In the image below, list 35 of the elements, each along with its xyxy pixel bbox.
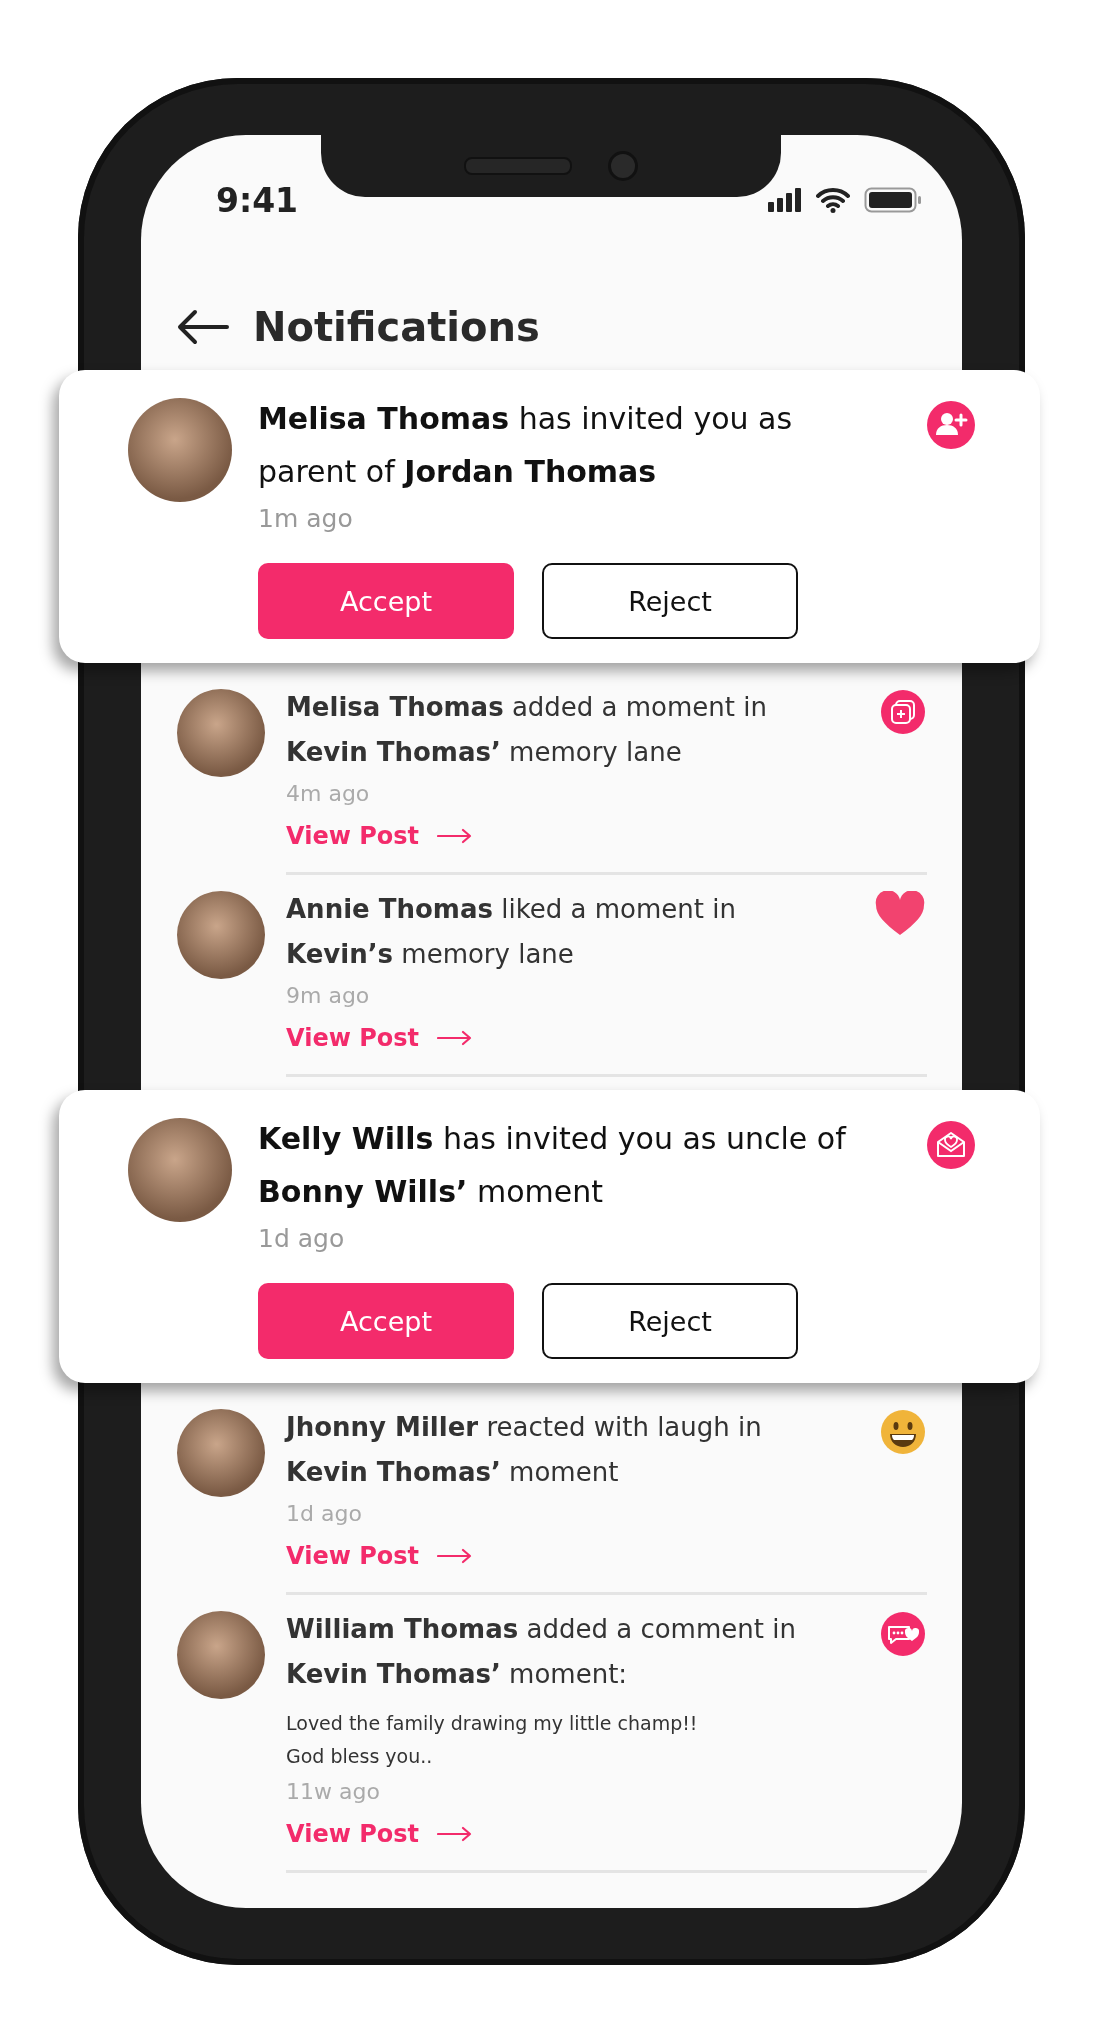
right-arrow-icon (437, 1030, 474, 1046)
person-plus-icon (926, 400, 976, 450)
view-post-link[interactable]: View Post (286, 1816, 474, 1852)
timestamp: 4m ago (286, 781, 370, 806)
right-arrow-icon (437, 1826, 474, 1842)
back-arrow-icon[interactable] (177, 309, 229, 345)
page-title: Notifications (253, 304, 540, 350)
accept-button[interactable]: Accept (258, 1283, 514, 1359)
comment-text: Loved the family drawing my little champ!! God bless you.. (286, 1711, 698, 1769)
notification-text: Jhonny Miller reacted with laugh in Kevin Thomas’ moment (286, 1411, 763, 1489)
timestamp: 11w ago (286, 1779, 380, 1804)
heart-icon (874, 891, 926, 937)
view-post-link[interactable]: View Post (286, 818, 474, 854)
notification-text: William Thomas added a comment in Kevin Thomas’ moment: (286, 1613, 797, 1691)
signal-icon (768, 188, 802, 212)
notification-text: Kelly Wills has invited you as uncle of Bonny Wills’ moment (258, 1120, 848, 1211)
timestamp: 1d ago (286, 1501, 362, 1526)
wifi-icon (816, 187, 850, 213)
right-arrow-icon (437, 828, 474, 844)
notification-text: Annie Thomas liked a moment in Kevin’s memory lane (286, 893, 737, 971)
view-post-link[interactable]: View Post (286, 1538, 474, 1574)
timestamp: 1d ago (258, 1224, 345, 1253)
view-post-link[interactable]: View Post (286, 1020, 474, 1056)
notification-text: Melisa Thomas added a moment in Kevin Thomas’ memory lane (286, 691, 768, 769)
battery-icon (864, 187, 922, 213)
reject-button[interactable]: Reject (542, 563, 798, 639)
notification-text: Melisa Thomas has invited you as parent of Jordan Thomas (258, 400, 794, 491)
accept-button[interactable]: Accept (258, 563, 514, 639)
laughing-face-icon (880, 1409, 926, 1455)
right-arrow-icon (437, 1548, 474, 1564)
timestamp: 1m ago (258, 504, 353, 533)
stacked-photos-plus-icon (880, 689, 926, 735)
timestamp: 9m ago (286, 983, 370, 1008)
status-time: 9:41 (216, 180, 299, 220)
reject-button[interactable]: Reject (542, 1283, 798, 1359)
